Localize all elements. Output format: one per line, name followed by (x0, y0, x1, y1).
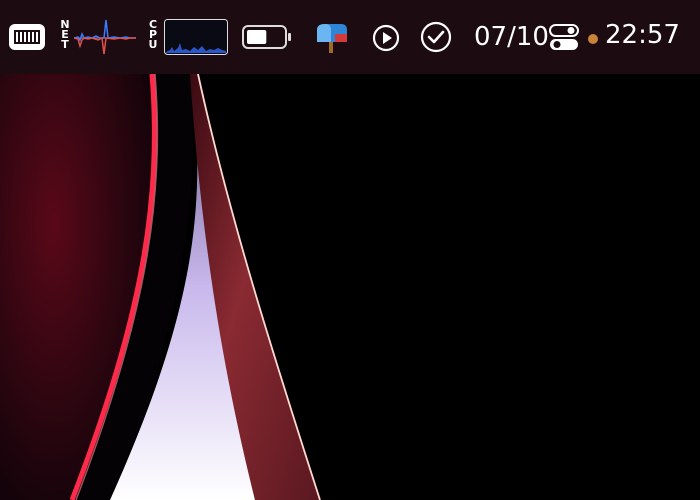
battery-icon[interactable] (242, 25, 292, 49)
menu-bar: NET CPU 07/10 22:57 (0, 0, 700, 74)
desktop-wallpaper (0, 0, 700, 500)
cpu-label: CPU (148, 18, 158, 51)
date-display[interactable]: 07/10 (474, 22, 549, 52)
memory-chip-icon[interactable] (8, 22, 46, 52)
status-dot (588, 34, 598, 44)
network-activity-graph-icon[interactable] (74, 18, 136, 56)
cpu-usage-graph-icon[interactable] (164, 19, 228, 55)
clock-time[interactable]: 22:57 (605, 20, 680, 50)
mailbox-icon[interactable] (313, 22, 349, 54)
checkmark-circle-icon[interactable] (420, 21, 452, 53)
play-circle-icon[interactable] (372, 24, 400, 52)
control-center-toggle-icon[interactable] (549, 24, 579, 52)
net-label: NET (60, 18, 70, 51)
